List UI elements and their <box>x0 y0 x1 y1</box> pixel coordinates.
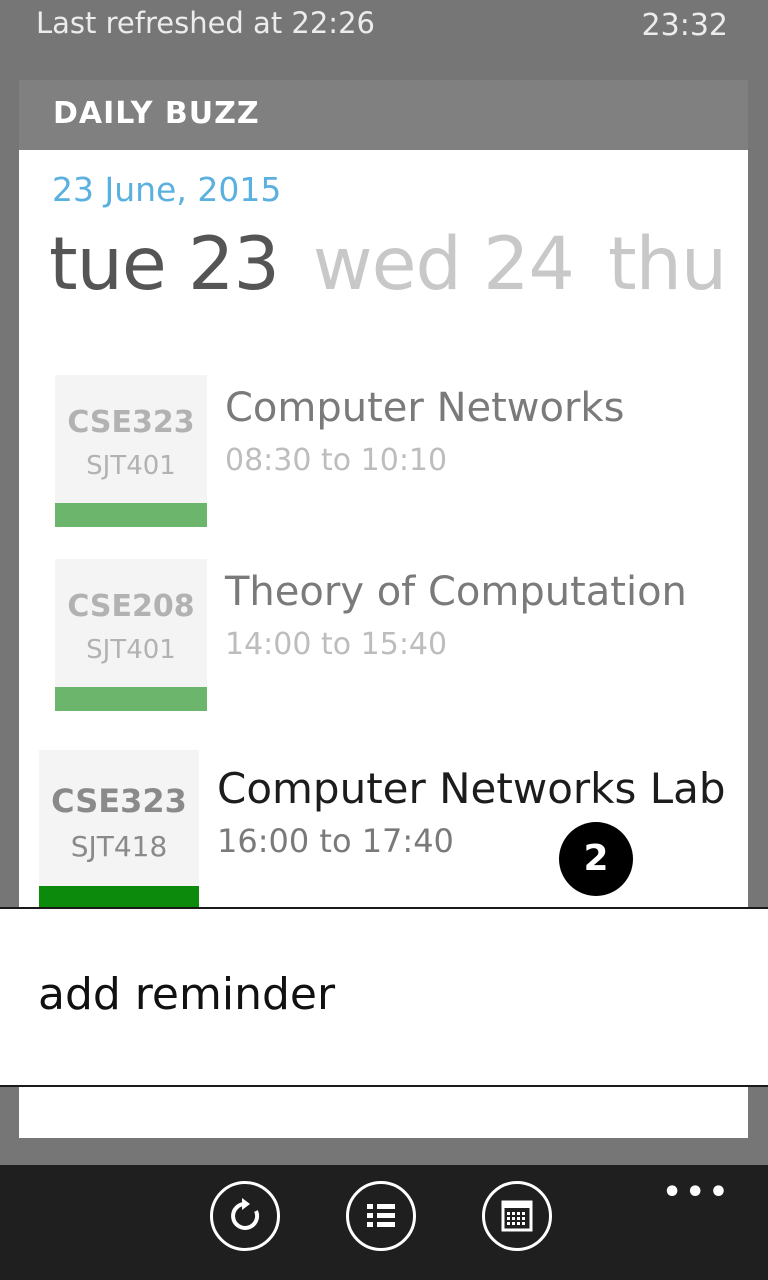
day-tab-tue[interactable]: tue 23 <box>49 222 280 307</box>
class-name: Theory of Computation <box>225 569 687 615</box>
class-tile: CSE323 SJT418 <box>39 750 199 910</box>
calendar-icon <box>501 1200 533 1232</box>
list-button[interactable] <box>346 1181 416 1251</box>
class-name: Computer Networks <box>225 385 625 431</box>
card-title: DAILY BUZZ <box>53 96 260 131</box>
class-time: 14:00 to 15:40 <box>225 627 448 662</box>
course-code: CSE323 <box>67 405 195 440</box>
course-code: CSE208 <box>67 589 195 624</box>
course-code: CSE323 <box>51 782 187 820</box>
day-tab-wed[interactable]: wed 24 <box>313 222 575 307</box>
last-refreshed-text: Last refreshed at 22:26 <box>36 6 375 40</box>
refresh-icon <box>231 1198 260 1230</box>
calendar-button[interactable] <box>482 1181 552 1251</box>
card-header: DAILY BUZZ <box>19 80 748 150</box>
add-reminder-menu-item[interactable]: add reminder <box>38 969 335 1020</box>
refresh-button[interactable] <box>210 1181 280 1251</box>
class-tile: CSE323 SJT401 <box>55 375 207 527</box>
room-number: SJT418 <box>70 830 168 863</box>
tile-color-bar <box>55 503 207 527</box>
date-label: 23 June, 2015 <box>52 170 282 209</box>
app-bar: ••• <box>0 1165 768 1280</box>
class-tile: CSE208 SJT401 <box>55 559 207 711</box>
class-name: Computer Networks Lab <box>217 764 726 813</box>
list-icon <box>367 1204 395 1227</box>
tile-color-bar <box>55 687 207 711</box>
room-number: SJT401 <box>86 451 176 481</box>
more-options-button[interactable]: ••• <box>662 1175 732 1210</box>
class-time: 16:00 to 17:40 <box>217 822 454 860</box>
clock: 23:32 <box>641 8 728 43</box>
step-badge: 2 <box>559 822 633 896</box>
room-number: SJT401 <box>86 635 176 665</box>
day-pivot: tue 23 wed 24 thu 25 <box>49 222 748 307</box>
day-tab-thu[interactable]: thu 25 <box>608 222 748 307</box>
class-time: 08:30 to 10:10 <box>225 443 448 478</box>
context-menu: add reminder <box>0 907 768 1087</box>
